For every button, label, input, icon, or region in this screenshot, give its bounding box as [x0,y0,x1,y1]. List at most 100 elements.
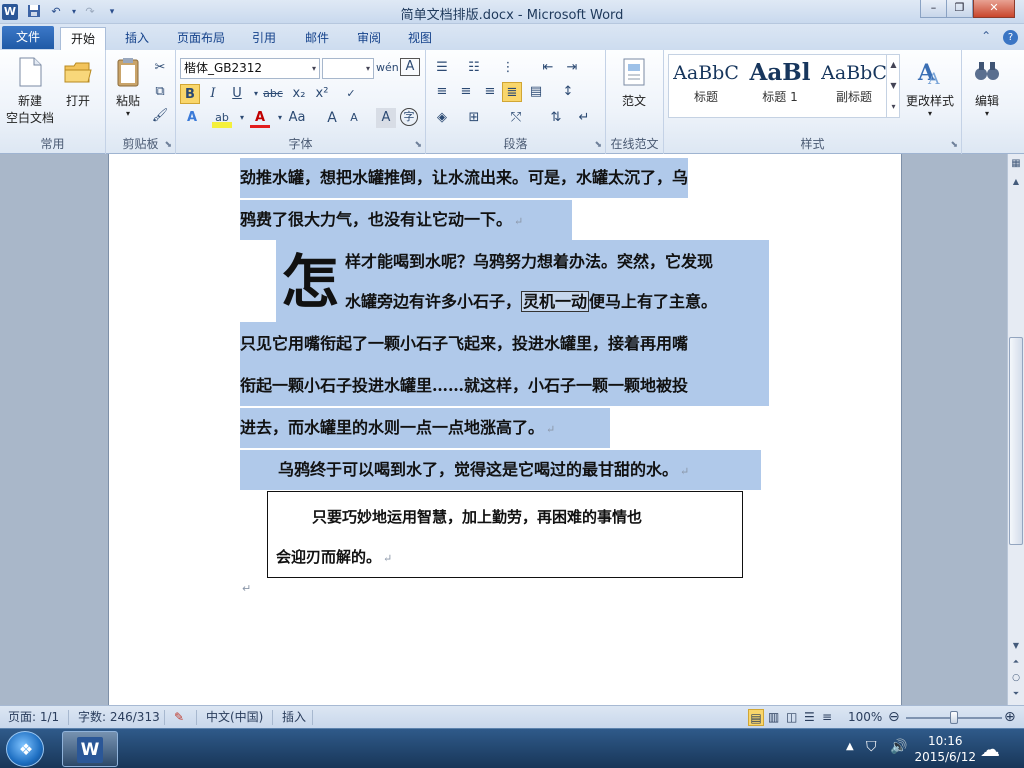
style-heading-1[interactable]: AaBl 标题 1 [744,58,816,114]
multilevel-list-icon[interactable]: ⋮ [498,58,518,78]
volume-icon[interactable]: 🔊 [890,739,907,755]
align-left-icon[interactable]: ≡ [432,82,452,102]
show-hidden-icons-icon[interactable]: ▲ [846,741,854,752]
show-marks-icon[interactable]: ↵ [574,108,594,128]
text-line-8[interactable]: 乌鸦终于可以喝到水了，觉得这是它喝过的最甘甜的水。 ↵ [240,450,761,490]
print-layout-view-icon[interactable]: ▤ [748,709,764,726]
template-button[interactable]: 范文 [612,56,656,109]
sort-icon[interactable]: ⇅ [546,108,566,128]
conclusion-text-box[interactable]: 只要巧妙地运用智慧，加上勤劳，再困难的事情也 会迎刃而解的。 ↵ [267,491,743,578]
editing-dropdown-icon[interactable]: ▾ [966,109,1008,118]
decrease-indent-icon[interactable]: ⇤ [538,58,558,78]
editing-button[interactable]: 编辑 ▾ [966,56,1008,118]
align-right-icon[interactable]: ≡ [480,82,500,102]
font-size-dropdown-icon[interactable]: ▾ [366,59,370,78]
zoom-in-icon[interactable]: ⊕ [1004,709,1016,726]
distributed-icon[interactable]: ▤ [526,82,546,102]
font-size-input[interactable]: ▾ [322,58,374,79]
tab-file[interactable]: 文件 [2,26,54,49]
tab-review[interactable]: 审阅 [347,27,391,50]
network-shield-icon[interactable]: ⛉ [866,739,877,755]
text-line-2[interactable]: 鸦费了很大力气，也没有让它动一下。 ↵ [240,200,572,240]
shrink-font-button[interactable]: A [344,108,364,128]
numbering-icon[interactable]: ☷ [464,58,484,78]
text-line-3[interactable]: 样才能喝到水呢？乌鸦努力想着办法。突然，它发现 [345,242,713,282]
page-count[interactable]: 页面: 1/1 [8,709,59,726]
borders-icon[interactable]: ⊞ [464,108,484,128]
document-area[interactable]: 劲推水罐，想把水罐推倒，让水流出来。可是，水罐太沉了，乌 鸦费了很大力气，也没有… [0,154,1007,705]
superscript-button[interactable]: x² [312,84,332,104]
line-spacing-icon[interactable]: ↕ [558,82,578,102]
change-styles-button[interactable]: AA 更改样式 ▾ [902,56,958,118]
outline-view-icon[interactable]: ☰ [804,709,815,726]
shading-icon[interactable]: ◈ [432,108,452,128]
tab-insert[interactable]: 插入 [115,27,159,50]
strikethrough-button[interactable]: abc [260,84,286,104]
web-layout-icon[interactable]: ◫ [786,709,797,726]
enclose-characters-icon[interactable]: 字 [400,108,418,126]
grow-font-button[interactable]: A [322,108,342,128]
open-button[interactable]: 打开 [58,56,98,109]
language-indicator[interactable]: 中文(中国) [206,709,263,726]
text-line-5[interactable]: 只见它用嘴衔起了一颗小石子飞起来，投进水罐里，接着再用嘴 [240,324,688,364]
tab-page-layout[interactable]: 页面布局 [167,27,235,50]
chinese-layout-icon[interactable]: ⤲ [506,108,526,128]
char-border-icon[interactable]: A [400,58,420,76]
tab-home[interactable]: 开始 [60,27,107,50]
start-button[interactable]: ❖ [6,731,44,767]
clear-formatting-button[interactable]: A [376,108,396,128]
phonetic-guide-icon[interactable]: wén [376,58,399,78]
weather-gadget-icon[interactable]: ☁ [980,737,1000,761]
paste-button[interactable]: 粘贴 ▾ [110,56,146,118]
cut-icon[interactable]: ✂ [150,58,170,78]
tab-mailings[interactable]: 邮件 [295,27,339,50]
font-name-dropdown-icon[interactable]: ▾ [312,59,316,78]
text-line-1[interactable]: 劲推水罐，想把水罐推倒，让水流出来。可是，水罐太沉了，乌 [240,158,689,198]
zoom-out-icon[interactable]: ⊖ [888,709,900,726]
taskbar-word-button[interactable]: W [62,731,118,767]
italic-button[interactable]: I [203,84,223,104]
change-case-button[interactable]: Aa [284,108,310,128]
help-icon[interactable]: ? [1003,30,1018,45]
word-count[interactable]: 字数: 246/313 [78,709,160,726]
insert-mode[interactable]: 插入 [282,709,306,726]
text-line-4[interactable]: 水罐旁边有许多小石子， 灵机一动 便马上有了主意。 [345,282,717,322]
spell-check-icon[interactable]: ✓ [341,84,361,104]
next-page-icon[interactable]: ⏷ [1008,686,1024,702]
tab-view[interactable]: 视图 [398,27,442,50]
system-clock[interactable]: 10:16 2015/6/12 [914,733,976,765]
scroll-up-arrow-icon[interactable]: ▲ [1008,174,1024,190]
change-styles-dropdown-icon[interactable]: ▾ [902,109,958,118]
scroll-thumb[interactable] [1009,337,1023,545]
style-gallery-scroll[interactable]: ▲ ▼ ▾ [886,54,900,118]
align-center-icon[interactable]: ≡ [456,82,476,102]
font-launcher-icon[interactable]: ⬊ [414,140,422,150]
underline-button[interactable]: U [227,84,247,104]
vertical-scrollbar[interactable]: ▦ ▲ ▼ ⏶ ○ ⏷ [1007,154,1024,705]
increase-indent-icon[interactable]: ⇥ [562,58,582,78]
minimize-button[interactable]: – [920,0,947,18]
bold-button[interactable]: B [180,84,200,104]
clipboard-launcher-icon[interactable]: ⬊ [164,140,172,150]
tab-references[interactable]: 引用 [242,27,286,50]
font-name-input[interactable]: 楷体_GB2312 ▾ [180,58,320,79]
browse-object-icon[interactable]: ○ [1008,670,1024,686]
restore-button[interactable]: ❐ [946,0,973,18]
styles-launcher-icon[interactable]: ⬊ [950,140,958,150]
text-effects-icon[interactable]: A [182,108,202,128]
collapse-ribbon-icon[interactable]: ⌃ [981,29,991,43]
full-screen-reading-icon[interactable]: ▥ [768,709,779,726]
subscript-button[interactable]: x₂ [289,84,309,104]
scroll-down-arrow-icon[interactable]: ▼ [1008,638,1024,654]
text-line-6[interactable]: 衔起一颗小石子投进水罐里……就这样，小石子一颗一颗地被投 [240,366,688,406]
highlight-dropdown-icon[interactable]: ▾ [232,108,252,128]
font-color-icon[interactable]: A [250,108,270,128]
zoom-level[interactable]: 100% [848,709,882,726]
text-line-7[interactable]: 进去，而水罐里的水则一点一点地涨高了。 ↵ [240,408,610,448]
draft-view-icon[interactable]: ≡ [822,709,832,726]
proofing-status-icon[interactable]: ✎ [174,709,184,726]
previous-page-icon[interactable]: ⏶ [1008,654,1024,670]
copy-icon[interactable]: ⧉ [150,82,170,102]
paragraph-launcher-icon[interactable]: ⬊ [594,140,602,150]
ruler-toggle-icon[interactable]: ▦ [1008,156,1024,172]
